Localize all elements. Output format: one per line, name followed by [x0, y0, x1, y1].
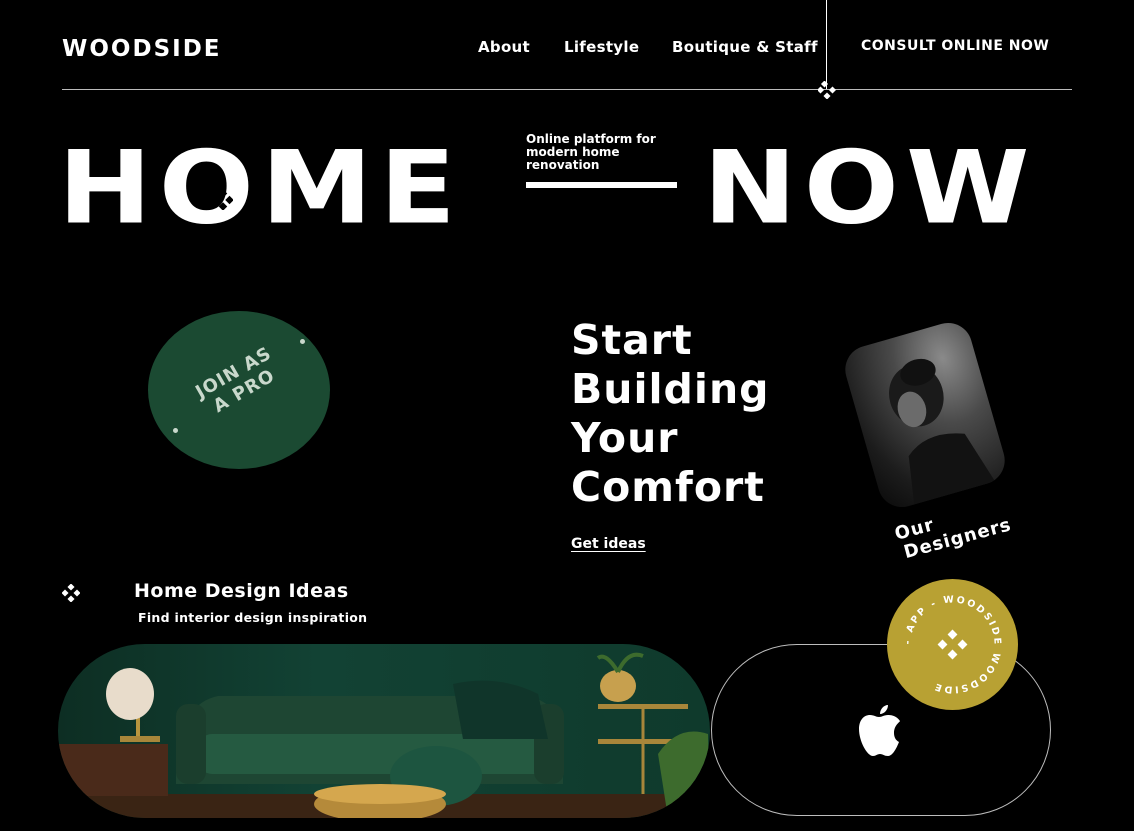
logo[interactable]: WOODSIDE	[62, 36, 222, 62]
app-badge-ring: - APP - WOODSIDE WOODSIDE	[902, 594, 1002, 695]
consult-online-button[interactable]: CONSULT ONLINE NOW	[861, 38, 1049, 54]
headline: Start Building Your Comfort	[571, 316, 770, 512]
apple-icon[interactable]	[858, 705, 902, 757]
design-ideas-subtitle: Find interior design inspiration	[138, 610, 368, 625]
nav-boutique-staff[interactable]: Boutique & Staff	[672, 38, 818, 56]
headline-line: Building	[571, 365, 770, 413]
hero-word-home: HOME	[58, 129, 463, 247]
join-as-pro-badge[interactable]: JOIN AS A PRO	[148, 311, 330, 469]
get-ideas-link[interactable]: Get ideas	[571, 536, 646, 552]
diamond-icon	[818, 81, 836, 99]
header-divider-vertical	[826, 0, 827, 90]
svg-text:- APP - WOODSIDE WOODSIDE: - APP - WOODSIDE WOODSIDE	[902, 594, 1002, 695]
designer-portrait-image	[889, 358, 995, 505]
headline-line: Comfort	[571, 463, 765, 511]
interior-photo[interactable]	[58, 644, 710, 818]
join-as-pro-label: JOIN AS A PRO	[150, 318, 329, 445]
diamond-icon	[62, 584, 80, 602]
nav-about[interactable]: About	[478, 38, 530, 56]
headline-line: Start	[571, 316, 693, 364]
diamond-icon	[213, 190, 233, 210]
app-badge[interactable]: - APP - WOODSIDE WOODSIDE	[887, 579, 1018, 710]
headline-line: Your	[571, 414, 679, 462]
nav-lifestyle[interactable]: Lifestyle	[564, 38, 639, 56]
our-designers-label[interactable]: Our Designers	[893, 496, 1014, 564]
diamond-icon	[937, 629, 968, 660]
hero-word-now: NOW	[703, 129, 1037, 247]
app-badge-text: - APP - WOODSIDE WOODSIDE	[902, 594, 1000, 695]
badge-dot	[173, 428, 178, 433]
hero-tagline: Online platform for modern home renovati…	[526, 132, 656, 172]
hero-dash	[526, 182, 677, 188]
living-room-image	[58, 652, 710, 818]
design-ideas-title[interactable]: Home Design Ideas	[134, 580, 349, 602]
designer-photo[interactable]	[839, 317, 1011, 513]
badge-dot	[300, 339, 305, 344]
header-divider	[62, 89, 1072, 90]
